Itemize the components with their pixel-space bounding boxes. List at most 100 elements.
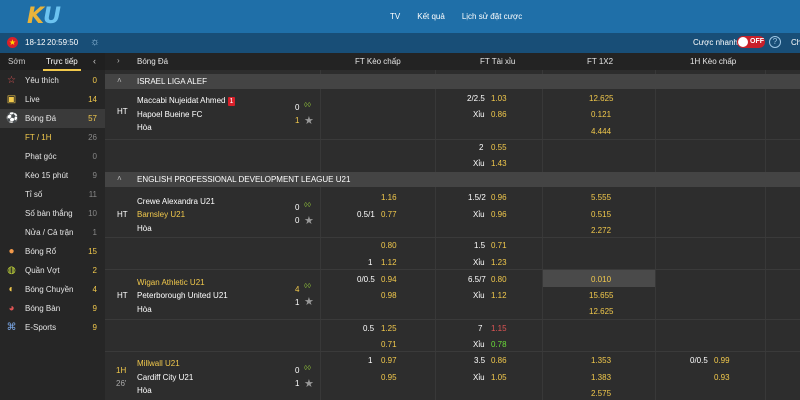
odds-cell[interactable]: 0.121 <box>591 110 611 119</box>
truncated-menu[interactable]: Ch <box>791 38 800 47</box>
toggle-knob <box>738 37 748 47</box>
odds-cell[interactable]: 1.16 <box>381 193 397 202</box>
odds-cell[interactable]: 0.86 <box>491 110 507 119</box>
tab-early[interactable]: Sớm <box>8 57 25 66</box>
column-sport: Bóng Đá <box>137 57 169 66</box>
odds-cell[interactable]: 0.94 <box>381 275 397 284</box>
sidebar-subitem-half-full[interactable]: Nửa / Cả trận 1 <box>0 223 105 242</box>
odds-cell[interactable]: 4.444 <box>591 127 611 136</box>
quick-bet-toggle[interactable]: OFF <box>737 36 765 48</box>
sidebar-item-football[interactable]: ⚽ Bóng Đá 57 <box>0 109 105 128</box>
odds-cell[interactable]: 2.575 <box>591 389 611 398</box>
odds-cell[interactable]: 0.96 <box>491 193 507 202</box>
odds-cell[interactable]: 0.93 <box>714 373 730 382</box>
sidebar-item-volleyball[interactable]: ◐ Bóng Chuyền 4 <box>0 280 105 299</box>
chevron-up-icon[interactable]: ˄ <box>117 76 122 85</box>
odds-cell[interactable]: 0.515 <box>591 210 611 219</box>
odds-table: › Bóng Đá FT Kèo chấp FT Tài xỉu FT 1X2 … <box>105 53 800 400</box>
sidebar-item-tennis[interactable]: ◍ Quần Vợt 2 <box>0 261 105 280</box>
odds-cell[interactable]: 0.99 <box>714 356 730 365</box>
brand-logo[interactable]: KU <box>27 4 61 29</box>
sub-bar <box>0 33 800 53</box>
collapse-all-chevron-icon[interactable]: › <box>117 56 120 65</box>
chevron-up-icon[interactable]: ˄ <box>117 174 122 183</box>
odds-cell[interactable]: 1.25 <box>381 324 397 333</box>
sidebar-subitem-total-goals[interactable]: Số bàn thắng 10 <box>0 204 105 223</box>
column-header: › Bóng Đá FT Kèo chấp FT Tài xỉu FT 1X2 … <box>105 53 800 70</box>
odds-cell[interactable]: 0.96 <box>491 210 507 219</box>
odds-cell[interactable]: 0.80 <box>491 275 507 284</box>
nav-results[interactable]: Kết quả <box>417 12 445 21</box>
sidebar-subitem-15-min[interactable]: Kèo 15 phút 9 <box>0 166 105 185</box>
away-score: 1 <box>295 379 300 388</box>
league-header[interactable]: ˄ ENGLISH PROFESSIONAL DEVELOPMENT LEAGU… <box>105 172 800 187</box>
theme-sun-icon[interactable]: ☼ <box>90 37 101 48</box>
sidebar-subitem-ft-1h[interactable]: FT / 1H 26 <box>0 128 105 147</box>
odds-cell[interactable]: 0.71 <box>491 241 507 250</box>
odds-cell[interactable]: 0.86 <box>491 356 507 365</box>
sidebar-item-esports[interactable]: ⌘ E-Sports 9 <box>0 318 105 337</box>
favorite-star-icon[interactable]: ★ <box>304 214 314 227</box>
odds-cell[interactable]: 1.383 <box>591 373 611 382</box>
odds-cell[interactable]: 1.12 <box>381 258 397 267</box>
sidebar-item-basketball[interactable]: ● Bóng Rổ 15 <box>0 242 105 261</box>
sidebar-subitem-corners[interactable]: Phạt góc 0 <box>0 147 105 166</box>
sidebar-subitem-correct-score[interactable]: Tỉ số 11 <box>0 185 105 204</box>
collapse-arrow-icon[interactable]: ‹ <box>93 56 96 66</box>
live-stats-icon[interactable]: ◊◊ <box>304 102 311 109</box>
tab-live[interactable]: Trực tiếp <box>43 57 81 71</box>
live-stats-icon[interactable]: ◊◊ <box>304 202 311 209</box>
draw-label: Hòa <box>137 123 152 132</box>
column-1h-handicap: 1H Kèo chấp <box>690 57 737 66</box>
ping-pong-icon: ◕ <box>8 303 15 314</box>
match-status: 1H <box>116 366 127 375</box>
sidebar-item-live[interactable]: ▣ Live 14 <box>0 90 105 109</box>
odds-cell[interactable]: 0.97 <box>381 356 397 365</box>
tennis-ball-icon: ◍ <box>7 265 16 276</box>
odds-cell[interactable]: 1.353 <box>591 356 611 365</box>
away-team: Peterborough United U21 <box>137 291 228 300</box>
odds-cell[interactable]: 1.15 <box>491 324 507 333</box>
home-team: Maccabi Nujeidat Ahmed 1 <box>137 96 236 106</box>
odds-cell[interactable]: 1.03 <box>491 94 507 103</box>
odds-cell[interactable]: 0.77 <box>381 210 397 219</box>
odds-cell[interactable]: 12.625 <box>589 307 613 316</box>
away-score: 1 <box>295 116 300 125</box>
nav-bet-history[interactable]: Lịch sử đặt cược <box>462 12 522 21</box>
live-stats-icon[interactable]: ◊◊ <box>304 283 311 290</box>
match-minute: 26' <box>116 379 127 388</box>
sidebar-item-favorites[interactable]: ☆ Yêu thích 0 <box>0 71 105 90</box>
odds-cell[interactable]: 1.43 <box>491 159 507 168</box>
odds-cell[interactable]: 0.55 <box>491 143 507 152</box>
column-ft-handicap: FT Kèo chấp <box>355 57 401 66</box>
favorite-star-icon[interactable]: ★ <box>304 114 314 127</box>
odds-cell[interactable]: 2.272 <box>591 226 611 235</box>
favorite-star-icon[interactable]: ★ <box>304 377 314 390</box>
odds-cell[interactable]: 0.98 <box>381 291 397 300</box>
sidebar-item-table-tennis[interactable]: ◕ Bóng Bàn 9 <box>0 299 105 318</box>
odds-cell[interactable]: 0.78 <box>491 340 507 349</box>
odds-cell[interactable]: 1.23 <box>491 258 507 267</box>
favorite-star-icon[interactable]: ★ <box>304 295 314 308</box>
odds-cell[interactable]: 0.80 <box>381 241 397 250</box>
odds-cell[interactable]: 1.12 <box>491 291 507 300</box>
vietnam-flag-icon[interactable]: ★ <box>7 37 18 48</box>
help-icon[interactable]: ? <box>769 36 781 48</box>
sidebar: Sớm Trực tiếp ‹ ☆ Yêu thích 0 ▣ Live 14 … <box>0 53 105 400</box>
odds-cell[interactable]: 12.625 <box>589 94 613 103</box>
odds-cell[interactable]: 15.655 <box>589 291 613 300</box>
league-header[interactable]: ˄ ISRAEL LIGA ALEF <box>105 74 800 89</box>
live-stats-icon[interactable]: ◊◊ <box>304 365 311 372</box>
quick-bet-label: Cược nhanh <box>693 38 738 47</box>
odds-cell[interactable]: 0.71 <box>381 340 397 349</box>
column-ft-overunder: FT Tài xỉu <box>480 57 516 66</box>
draw-label: Hòa <box>137 224 152 233</box>
soccer-ball-icon: ⚽ <box>6 113 19 124</box>
draw-label: Hòa <box>137 305 152 314</box>
odds-cell[interactable]: 1.05 <box>491 373 507 382</box>
odds-cell[interactable]: 0.95 <box>381 373 397 382</box>
odds-cell[interactable]: 0.010 <box>591 275 611 284</box>
home-score: 0 <box>295 366 300 375</box>
nav-tv[interactable]: TV <box>390 12 400 21</box>
odds-cell[interactable]: 5.555 <box>591 193 611 202</box>
